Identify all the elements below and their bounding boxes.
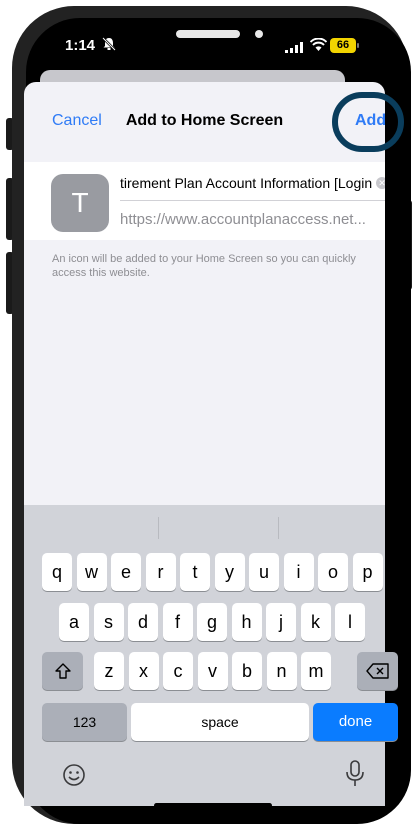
key-r[interactable]: r: [145, 553, 176, 591]
key-m[interactable]: m: [301, 652, 331, 690]
battery-indicator: 66: [330, 38, 356, 53]
bell-slash-icon: [102, 37, 116, 56]
shift-key[interactable]: [42, 652, 83, 690]
key-l[interactable]: l: [335, 603, 365, 641]
sheet-nav-bar: Cancel Add to Home Screen Add: [24, 82, 385, 160]
wifi-icon: [309, 37, 328, 56]
dynamic-island-camera: [255, 30, 263, 38]
key-i[interactable]: i: [283, 553, 314, 591]
key-h[interactable]: h: [231, 603, 262, 641]
key-f[interactable]: f: [162, 603, 193, 641]
key-p[interactable]: p: [352, 553, 383, 591]
key-a[interactable]: a: [59, 603, 89, 641]
suggestion-divider: [278, 517, 279, 539]
key-u[interactable]: u: [249, 553, 279, 591]
bookmark-url-field: [120, 206, 385, 232]
key-c[interactable]: c: [163, 652, 193, 690]
bookmark-name-input[interactable]: [120, 170, 372, 196]
numbers-key[interactable]: 123: [42, 703, 127, 741]
key-y[interactable]: y: [214, 553, 245, 591]
status-bar: 1:14 66: [0, 0, 415, 80]
key-j[interactable]: j: [266, 603, 296, 641]
key-s[interactable]: s: [93, 603, 124, 641]
helper-text: An icon will be added to your Home Scree…: [52, 253, 356, 279]
emoji-icon[interactable]: [62, 763, 86, 792]
space-key[interactable]: space: [131, 703, 309, 741]
key-q[interactable]: q: [42, 553, 72, 591]
site-icon-letter: T: [51, 174, 109, 232]
battery-nub: [357, 43, 359, 48]
key-w[interactable]: w: [76, 553, 107, 591]
key-n[interactable]: n: [266, 652, 297, 690]
key-x[interactable]: x: [128, 652, 159, 690]
key-e[interactable]: e: [111, 553, 141, 591]
key-z[interactable]: z: [94, 652, 124, 690]
done-key[interactable]: done: [313, 703, 398, 741]
clear-text-icon[interactable]: ✕: [376, 177, 385, 189]
key-o[interactable]: o: [318, 553, 348, 591]
key-b[interactable]: b: [232, 652, 262, 690]
add-button[interactable]: Add: [355, 112, 385, 130]
cancel-button[interactable]: Cancel: [52, 112, 102, 130]
bookmark-form-card: T ✕: [24, 162, 385, 240]
cellular-signal-icon: [285, 40, 303, 58]
suggestion-divider: [158, 517, 159, 539]
key-v[interactable]: v: [197, 652, 228, 690]
home-indicator: [154, 803, 272, 808]
backspace-icon: [365, 663, 389, 679]
key-k[interactable]: k: [300, 603, 331, 641]
field-divider: [120, 200, 385, 201]
key-t[interactable]: t: [180, 553, 210, 591]
keyboard-suggestion-bar: [24, 505, 385, 549]
status-time: 1:14: [65, 37, 96, 54]
key-g[interactable]: g: [197, 603, 227, 641]
dynamic-island-pill: [176, 30, 240, 38]
shift-icon: [54, 663, 71, 679]
backspace-key[interactable]: [357, 652, 398, 690]
key-d[interactable]: d: [128, 603, 158, 641]
microphone-icon[interactable]: [345, 760, 365, 793]
